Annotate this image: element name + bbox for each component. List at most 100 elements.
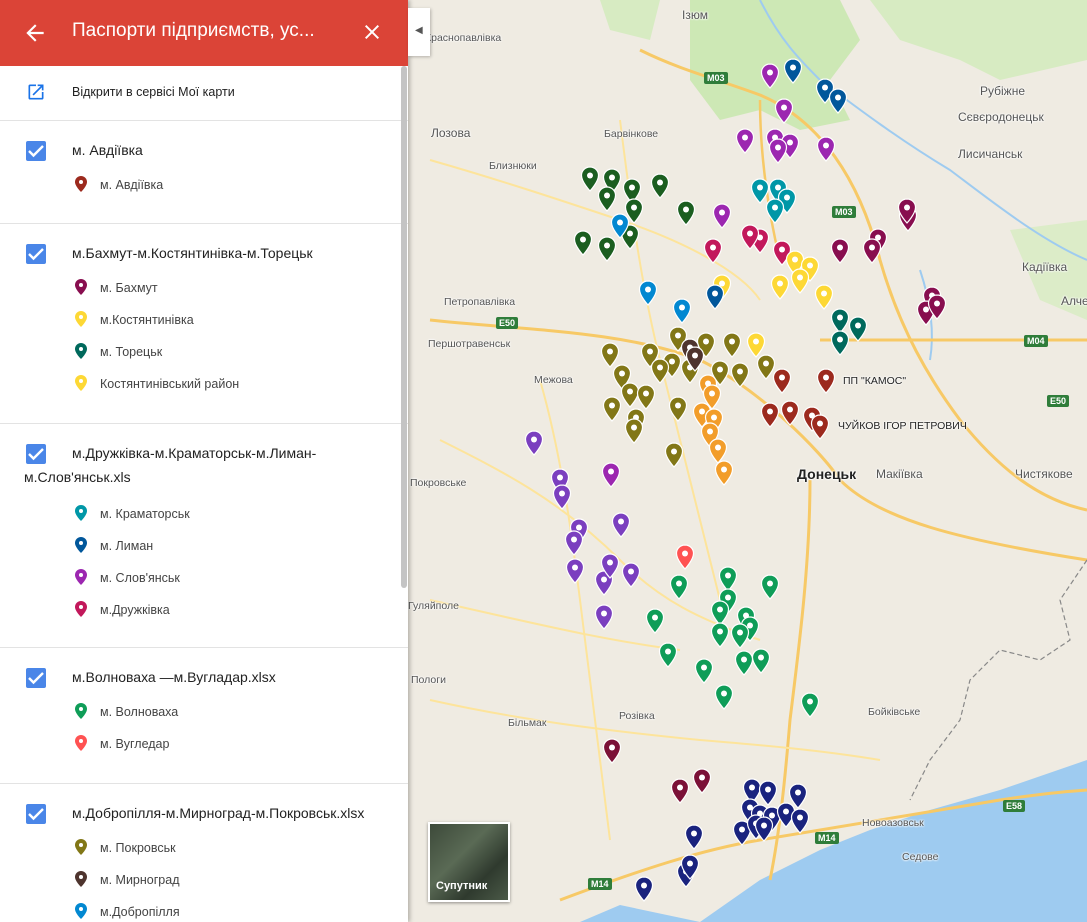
map-marker[interactable] xyxy=(760,402,780,428)
map-marker[interactable] xyxy=(760,574,780,600)
map-marker[interactable] xyxy=(828,88,848,114)
map-marker[interactable] xyxy=(772,368,792,394)
map-marker[interactable] xyxy=(685,346,705,372)
map-marker[interactable] xyxy=(597,236,617,262)
layer-label: Костянтинівський район xyxy=(100,377,240,391)
map-marker[interactable] xyxy=(694,658,714,684)
map-marker[interactable] xyxy=(675,544,695,570)
satellite-toggle[interactable]: Супутник xyxy=(428,822,510,902)
map-marker[interactable] xyxy=(564,530,584,556)
map-marker[interactable] xyxy=(735,128,755,154)
map-marker[interactable] xyxy=(684,824,704,850)
map-marker[interactable] xyxy=(830,330,850,356)
map-marker[interactable] xyxy=(636,384,656,410)
road-shield: E50 xyxy=(1047,395,1070,407)
place-label: Близнюки xyxy=(489,160,537,172)
layer-group: м.Добропілля-м.Мирноград-м.Покровськ.xls… xyxy=(0,784,408,922)
map-marker[interactable] xyxy=(610,213,630,239)
map-marker[interactable] xyxy=(634,876,654,902)
map-marker[interactable] xyxy=(790,268,810,294)
map-marker[interactable] xyxy=(770,274,790,300)
map-marker[interactable] xyxy=(672,298,692,324)
collapse-panel-button[interactable]: ◀ xyxy=(408,8,430,56)
layer-label: м. Торецьк xyxy=(100,345,163,359)
map-marker[interactable] xyxy=(751,648,771,674)
map-marker[interactable] xyxy=(658,642,678,668)
map-marker[interactable] xyxy=(774,98,794,124)
map-marker[interactable] xyxy=(760,63,780,89)
map-marker[interactable] xyxy=(601,462,621,488)
map-marker[interactable] xyxy=(710,622,730,648)
map-marker[interactable] xyxy=(740,224,760,250)
group-checkbox[interactable] xyxy=(26,244,46,264)
map-marker[interactable] xyxy=(565,558,585,584)
map-marker[interactable] xyxy=(594,604,614,630)
group-title[interactable]: м.Добропілля-м.Мирноград-м.Покровськ.xls… xyxy=(72,801,372,825)
map-marker[interactable] xyxy=(800,692,820,718)
map-marker[interactable] xyxy=(790,808,810,834)
map-marker[interactable] xyxy=(602,396,622,422)
map-marker[interactable] xyxy=(552,484,572,510)
group-title[interactable]: м.Дружківка-м.Краматорськ-м.Лиман-м.Слов… xyxy=(24,441,364,489)
map-marker[interactable] xyxy=(765,198,785,224)
map-marker[interactable] xyxy=(664,442,684,468)
map-marker[interactable] xyxy=(730,623,750,649)
map-marker[interactable] xyxy=(703,238,723,264)
map-marker[interactable] xyxy=(897,198,917,224)
group-checkbox[interactable] xyxy=(26,141,46,161)
map-marker[interactable] xyxy=(730,362,750,388)
map-marker[interactable] xyxy=(780,400,800,426)
map-marker[interactable] xyxy=(705,284,725,310)
group-title[interactable]: м.Волноваха —м.Вугладар.xlsx xyxy=(72,665,372,689)
panel-scrollbar[interactable] xyxy=(401,66,407,588)
map-marker[interactable] xyxy=(816,136,836,162)
group-title[interactable]: м.Бахмут-м.Костянтинівка-м.Торецьк xyxy=(72,241,372,265)
map-marker[interactable] xyxy=(692,768,712,794)
map-marker[interactable] xyxy=(573,230,593,256)
map-marker[interactable] xyxy=(524,430,544,456)
group-checkbox[interactable] xyxy=(26,668,46,688)
map-marker[interactable] xyxy=(830,238,850,264)
map-marker[interactable] xyxy=(611,512,631,538)
map-marker[interactable] xyxy=(783,58,803,84)
layer-label: м. Краматорськ xyxy=(100,507,190,521)
map-marker[interactable] xyxy=(816,368,836,394)
marker-icon xyxy=(75,176,87,192)
map-marker[interactable] xyxy=(712,203,732,229)
place-label: Лозова xyxy=(431,126,471,140)
map-marker[interactable] xyxy=(650,173,670,199)
map-marker[interactable] xyxy=(602,738,622,764)
layer-label: м. Лиман xyxy=(100,539,154,553)
map-marker[interactable] xyxy=(862,238,882,264)
map-marker[interactable] xyxy=(754,816,774,842)
group-title[interactable]: м. Авдіївка xyxy=(72,138,372,162)
map-marker[interactable] xyxy=(680,854,700,880)
map-marker[interactable] xyxy=(597,186,617,212)
map-marker[interactable] xyxy=(714,460,734,486)
marker-icon xyxy=(75,903,87,919)
back-arrow-icon[interactable] xyxy=(22,20,48,46)
map-marker[interactable] xyxy=(621,562,641,588)
map-marker[interactable] xyxy=(714,684,734,710)
map-marker[interactable] xyxy=(669,574,689,600)
map-marker[interactable] xyxy=(676,200,696,226)
close-icon[interactable] xyxy=(360,20,384,44)
map-marker[interactable] xyxy=(722,332,742,358)
map-marker[interactable] xyxy=(758,780,778,806)
map-marker[interactable] xyxy=(650,358,670,384)
group-checkbox[interactable] xyxy=(26,804,46,824)
map-marker[interactable] xyxy=(810,414,830,440)
place-label: Першотравенськ xyxy=(428,338,511,350)
map-marker[interactable] xyxy=(768,138,788,164)
map-marker[interactable] xyxy=(670,778,690,804)
map-marker[interactable] xyxy=(624,418,644,444)
map-marker[interactable] xyxy=(848,316,868,342)
map-marker[interactable] xyxy=(668,396,688,422)
map-marker[interactable] xyxy=(600,553,620,579)
map-marker[interactable] xyxy=(638,280,658,306)
open-in-my-maps-link[interactable]: Відкрити в сервісі Мої карти xyxy=(0,66,408,121)
open-external-icon xyxy=(28,84,44,100)
map-marker[interactable] xyxy=(645,608,665,634)
map-marker[interactable] xyxy=(814,284,834,310)
map-marker[interactable] xyxy=(927,294,947,320)
